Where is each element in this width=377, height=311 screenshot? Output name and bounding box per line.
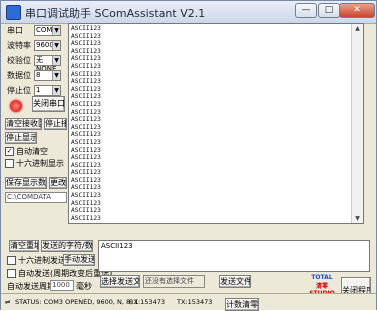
receive-line: ASCII123	[71, 116, 101, 124]
receive-line: ASCII123	[71, 154, 101, 162]
scroll-up-icon[interactable]: ▲	[353, 24, 362, 33]
chevron-down-icon: ▼	[52, 71, 60, 80]
receive-line: ASCII123	[71, 85, 101, 93]
receive-area[interactable]: ASCII123 ASCII123 ASCII123 ASCII123 ASCII123…	[68, 23, 364, 224]
send-data-label-button[interactable]: 发送的字符/数据	[41, 240, 93, 252]
file-status-text: 还没有选择文件	[143, 275, 205, 288]
select-file-button[interactable]: 选择发送文件	[100, 275, 140, 288]
parity-label: 校验位	[7, 56, 31, 65]
baud-select[interactable]: 9600 ▼	[34, 40, 61, 51]
chevron-down-icon: ▼	[52, 26, 60, 35]
save-path-field[interactable]: C:\COMDATA	[5, 192, 67, 203]
receive-line: ASCII123	[71, 32, 101, 40]
status-bar: ⇌ STATUS: COM3 OPENED, 9600, N, 8, 1 RX:…	[1, 293, 376, 311]
receive-line: ASCII123	[71, 176, 101, 184]
baud-label: 波特率	[7, 41, 31, 50]
scroll-down-icon[interactable]: ▼	[353, 214, 362, 223]
status-port-text: STATUS: COM3 OPENED, 9600, N, 8, 1	[15, 298, 139, 306]
chevron-down-icon: ▼	[52, 56, 60, 65]
receive-line: ASCII123	[71, 184, 101, 192]
receive-line: ASCII123	[71, 138, 101, 146]
port-select[interactable]: COM3 ▼	[34, 25, 61, 36]
window-title: 串口调试助手 SComAssistant V2.1	[25, 7, 206, 20]
chevron-down-icon: ▼	[52, 41, 60, 50]
auto-send-checkbox[interactable]: 自动发送(周期改变后重选)	[7, 268, 112, 279]
minimize-button[interactable]: —	[295, 3, 317, 18]
main-window: 串口调试助手 SComAssistant V2.1 — □ ✕ 串口 COM3 ▼ …	[0, 0, 377, 311]
stop-display-button[interactable]: 停止显示	[5, 132, 37, 144]
databits-label: 数据位	[7, 71, 31, 80]
databits-select[interactable]: 8 ▼	[34, 70, 61, 81]
clear-send-button[interactable]: 清空重填	[9, 240, 39, 252]
status-tx-text: TX:153473	[177, 298, 213, 306]
settings-panel: 串口 COM3 ▼ 波特率 9600 ▼ 校验位 无NONE ▼ 数据位 8 ▼ 停止位 1 ▼ 关…	[5, 25, 69, 205]
receive-line: ASCII123	[71, 55, 101, 63]
receive-line: ASCII123	[71, 161, 101, 169]
receive-line: ASCII123	[71, 108, 101, 116]
title-bar: 串口调试助手 SComAssistant V2.1 — □ ✕	[1, 1, 376, 24]
receive-line: ASCII123	[71, 25, 101, 32]
checkbox-icon	[7, 256, 16, 265]
app-icon	[6, 5, 21, 20]
status-icon: ⇌	[5, 298, 11, 306]
receive-line: ASCII123	[71, 192, 101, 200]
change-dir-button[interactable]: 更改	[49, 177, 67, 189]
port-label: 串口	[7, 26, 23, 35]
hex-send-checkbox[interactable]: 十六进制发送	[7, 255, 66, 266]
receive-line: ASCII123	[71, 207, 101, 215]
period-input[interactable]: 1000	[50, 280, 74, 291]
checkbox-icon	[7, 269, 16, 278]
parity-select[interactable]: 无NONE ▼	[34, 55, 61, 73]
receive-line: ASCII123	[71, 214, 101, 222]
maximize-button[interactable]: □	[318, 3, 340, 18]
clear-receive-button[interactable]: 清空接收区	[5, 118, 42, 130]
save-display-button[interactable]: 保存显示数据	[5, 177, 47, 189]
stopbits-label: 停止位	[7, 86, 31, 95]
auto-clear-checkbox[interactable]: ✓ 自动清空	[5, 146, 48, 157]
receive-text: ASCII123 ASCII123 ASCII123 ASCII123 ASCII123…	[71, 25, 101, 222]
close-button[interactable]: ✕	[339, 3, 375, 18]
receive-line: ASCII123	[71, 169, 101, 177]
stop-receive-button[interactable]: 停止接收	[44, 118, 67, 130]
checkbox-checked-icon: ✓	[5, 147, 14, 156]
receive-line: ASCII123	[71, 93, 101, 101]
receive-line: ASCII123	[71, 47, 101, 55]
period-unit-label: 毫秒	[76, 282, 92, 291]
auto-period-label: 自动发送周期	[7, 282, 55, 291]
reset-counter-button[interactable]: 计数清零	[225, 298, 259, 311]
send-input-area[interactable]: ASCII123	[98, 240, 370, 272]
receive-line: ASCII123	[71, 40, 101, 48]
checkbox-icon	[5, 159, 14, 168]
receive-line: ASCII123	[71, 199, 101, 207]
receive-scrollbar[interactable]: ▲ ▼	[351, 24, 363, 223]
receive-line: ASCII123	[71, 78, 101, 86]
manual-send-button[interactable]: 手动发送	[63, 254, 95, 266]
receive-line: ASCII123	[71, 100, 101, 108]
receive-line: ASCII123	[71, 62, 101, 70]
port-status-led-icon	[10, 100, 22, 112]
receive-line: ASCII123	[71, 131, 101, 139]
receive-line: ASCII123	[71, 123, 101, 131]
receive-line: ASCII123	[71, 146, 101, 154]
status-rx-text: RX:153473	[129, 298, 165, 306]
close-port-button[interactable]: 关闭串口	[32, 96, 65, 112]
hex-display-checkbox[interactable]: 十六进制显示	[5, 158, 64, 169]
stopbits-select[interactable]: 1 ▼	[34, 85, 61, 96]
receive-line: ASCII123	[71, 70, 101, 78]
send-file-button[interactable]: 发送文件	[219, 275, 251, 288]
chevron-down-icon: ▼	[52, 86, 60, 95]
